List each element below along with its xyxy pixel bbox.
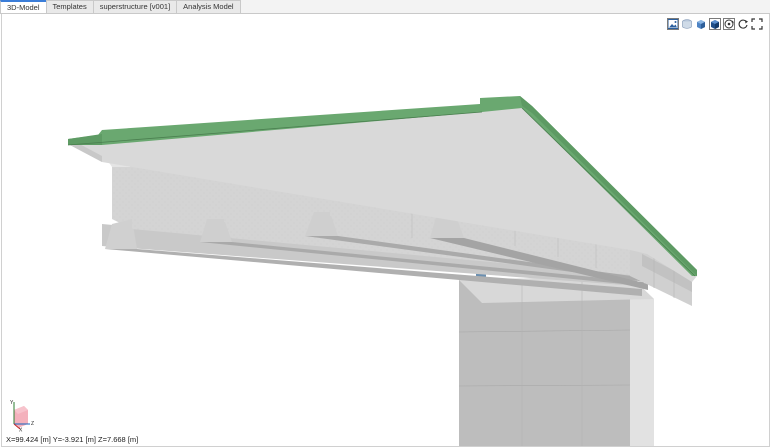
pier [458,269,654,446]
orbit-icon[interactable] [723,18,735,30]
tab-3d-model[interactable]: 3D-Model [0,0,47,13]
triad-y-label: Y [10,400,14,406]
refresh-icon[interactable] [737,18,749,30]
bridge-model-render[interactable] [2,14,769,446]
tab-templates[interactable]: Templates [45,0,94,13]
view-toolbar [667,18,763,30]
layers-icon[interactable] [681,18,693,30]
cursor-coordinates: X=99.424 [m] Y=-3.921 [m] Z=7.668 [m] [6,435,139,444]
picture-icon[interactable] [667,18,679,30]
fullscreen-icon[interactable] [751,18,763,30]
3d-viewport[interactable]: Y Z X X=99.424 [m] Y=-3.921 [m] Z=7.668 … [1,14,770,447]
tab-superstructure[interactable]: superstructure [v001] [92,0,178,13]
tab-analysis-model[interactable]: Analysis Model [176,0,241,13]
triad-x-label: X [19,428,23,433]
solid-view-icon[interactable] [695,18,707,30]
triad-z-label: Z [31,421,34,427]
document-tab-bar: 3D-Model Templates superstructure [v001]… [0,0,770,14]
axis-triad: Y Z X [10,400,34,433]
shaded-view-icon[interactable] [709,18,721,30]
